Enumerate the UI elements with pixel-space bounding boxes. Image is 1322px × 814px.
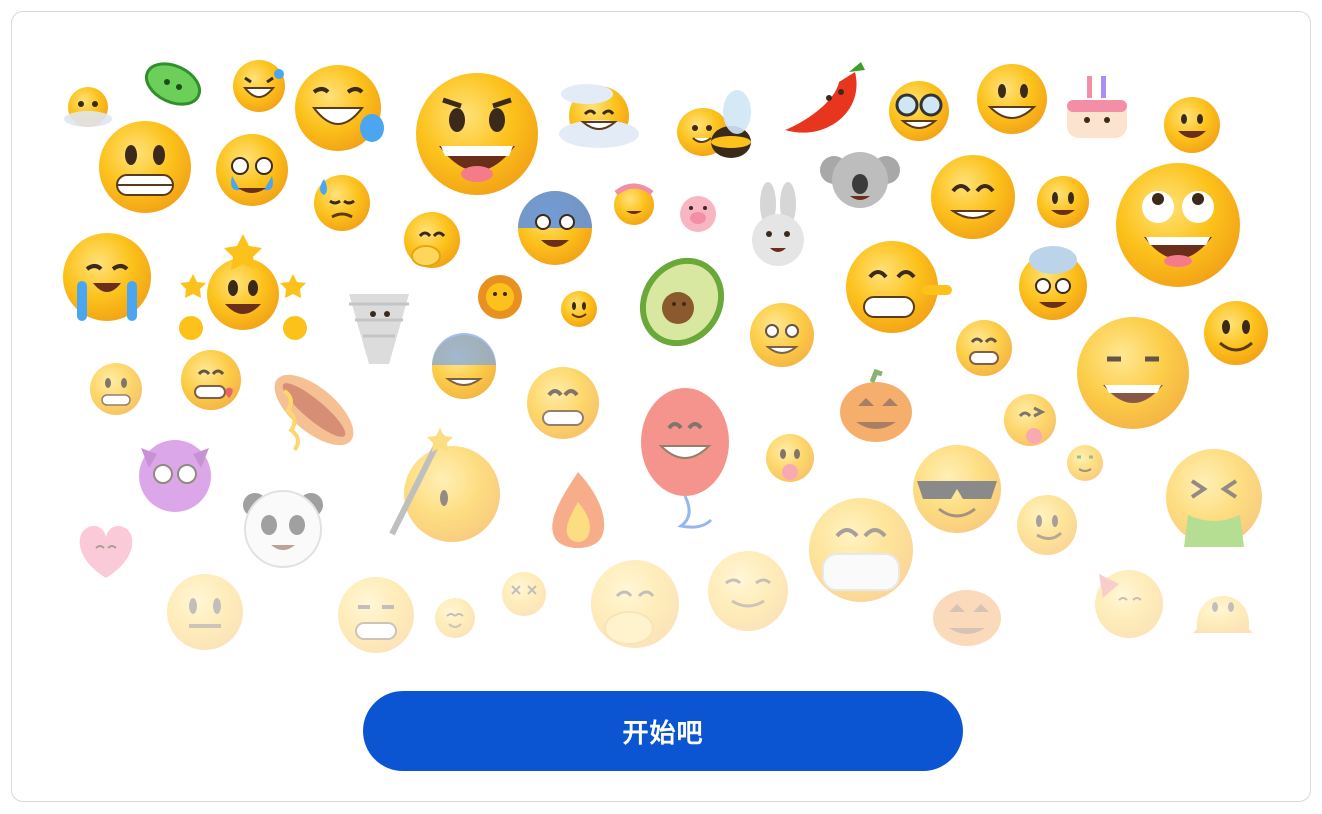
birthday-cake-face-icon [1067,76,1127,138]
dizzy-face-icon [502,572,546,616]
tears-of-joy-icon [295,65,384,151]
nerd-glasses-face-icon [889,81,949,141]
smiling-eyes-face-icon [931,155,1015,239]
balloon-face-icon [641,388,729,529]
party-face-icon [1095,570,1163,638]
slight-smile-face-icon [1204,301,1268,365]
emoji-kitchen-card: 开始吧 [11,11,1311,802]
get-started-button[interactable]: 开始吧 [363,691,963,771]
grin-face-icon [527,367,599,439]
tongue-out-face-icon [1004,394,1056,446]
grinning-face-icon [416,73,538,195]
hand-over-mouth-icon [404,212,460,268]
smirking-face-icon [1077,317,1189,429]
hot-dog-face-icon [274,374,354,452]
grinning-heart-face-icon [181,350,241,410]
jack-o-lantern-icon [933,590,1001,646]
screaming-face-icon [518,191,592,265]
devil-pleading-face-icon [139,440,211,512]
rolling-eyes-face-icon [1116,163,1240,287]
tornado-face-icon [349,294,409,364]
exploding-head-icon [1019,246,1087,320]
vomiting-face-icon [1166,449,1262,547]
bee-face-icon [677,90,751,158]
hot-pepper-face-icon [785,62,865,133]
pig-face-icon [680,196,716,232]
lion-face-icon [478,275,522,319]
crying-face-icon [63,233,151,321]
downcast-sweat-face-icon [314,175,370,231]
fog-face-icon [64,87,112,127]
jack-o-lantern-icon [840,368,912,442]
sun-behind-cloud-face-icon [559,84,639,148]
koala-face-icon [820,152,900,208]
slight-smile-face-icon [1017,495,1077,555]
holding-back-tears-icon [216,134,288,206]
raised-eyebrow-face-icon [977,64,1047,134]
lenny-face-icon [708,551,788,631]
melting-face-icon [1193,596,1253,633]
yawning-face-icon [591,560,679,648]
cold-sweat-face-icon [432,333,496,399]
rolling-laughing-icon [233,60,285,112]
grimacing-face-icon [90,363,142,415]
magic-wand-face-icon [389,428,500,542]
fire-face-icon [552,472,605,548]
star-struck-face-icon [179,234,307,340]
small-smile-face-icon [1037,176,1089,228]
tiny-smile-face-icon [561,291,597,327]
grinning-heart-face-icon [956,320,1012,376]
sunglasses-face-icon [913,445,1001,533]
lying-face-icon [846,241,952,333]
tiny-smile-face-icon [435,598,475,638]
smirk-grin-face-icon [338,577,414,653]
smiling-face-icon [1164,97,1220,153]
heart-face-icon [79,526,133,578]
rabbit-face-icon [752,182,804,266]
microbe-face-icon [145,62,201,106]
tongue-out-face-icon [766,434,814,482]
avocado-face-icon [639,257,725,347]
flower-crown-face-icon [614,183,654,225]
medical-mask-face-icon [809,498,913,602]
panda-face-icon [243,490,323,568]
emoji-cloud [63,60,1268,653]
grimacing-face-icon [99,121,191,213]
money-face-icon [1067,445,1103,481]
neutral-face-icon [167,574,243,650]
small-smile-face-icon [750,303,814,367]
